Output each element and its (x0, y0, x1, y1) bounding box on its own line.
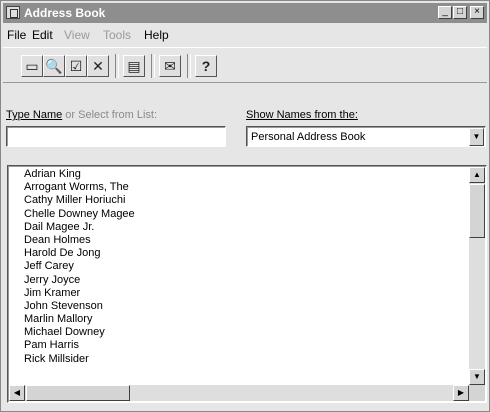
new-entry-button[interactable]: ▭ (21, 55, 43, 77)
add-to-address-book-icon: ✉ (164, 58, 176, 74)
maximize-button[interactable]: □ (453, 6, 467, 19)
personal-address-book-button[interactable]: ▤ (123, 55, 145, 77)
menu-tools[interactable]: Tools (103, 28, 131, 42)
type-name-input[interactable] (6, 126, 226, 147)
source-select-value: Personal Address Book (251, 131, 366, 143)
type-name-label: Type Name or Select from List: (6, 109, 158, 121)
personal-address-book-icon: ▤ (127, 58, 141, 74)
help-button[interactable]: ? (195, 55, 217, 77)
scroll-left-button[interactable]: ◀ (9, 385, 25, 401)
menu-view[interactable]: View (64, 28, 90, 42)
new-entry-icon: ▭ (25, 58, 39, 74)
vertical-scroll-thumb[interactable] (469, 184, 485, 238)
scroll-up-button[interactable]: ▲ (469, 167, 485, 183)
list-item[interactable]: Dail Magee Jr. (24, 221, 135, 234)
menu-help[interactable]: Help (144, 28, 169, 42)
list-item[interactable]: Pam Harris (24, 339, 135, 352)
minimize-button[interactable]: _ (438, 6, 452, 19)
toolbar-separator (187, 54, 191, 78)
list-item[interactable]: Marlin Mallory (24, 313, 135, 326)
chevron-down-icon[interactable]: ▼ (469, 128, 484, 146)
scroll-right-button[interactable]: ▶ (453, 385, 469, 401)
list-item[interactable]: Arrogant Worms, The (24, 181, 135, 194)
find-icon: 🔍 (45, 58, 63, 74)
show-names-label: Show Names from the: (246, 109, 358, 121)
address-book-source-select[interactable]: Personal Address Book ▼ (246, 126, 486, 147)
horizontal-scroll-thumb[interactable] (26, 385, 130, 401)
help-icon: ? (201, 58, 211, 74)
properties-icon: ☑ (69, 58, 83, 74)
address-book-window: Address Book _ □ × File Edit View Tools … (0, 0, 490, 412)
list-item[interactable]: Michael Downey (24, 326, 135, 339)
menu-file[interactable]: File (7, 28, 26, 42)
list-item[interactable]: Chelle Downey Magee (24, 208, 135, 221)
list-item[interactable]: John Stevenson (24, 300, 135, 313)
delete-button[interactable]: ✕ (87, 55, 109, 77)
window-title: Address Book (24, 6, 106, 20)
list-item[interactable]: Rick Millsider (24, 353, 135, 366)
size-grip (469, 385, 485, 401)
horizontal-scrollbar[interactable]: ◀ ▶ (9, 385, 469, 401)
menu-bar: File Edit View Tools Help (3, 24, 487, 44)
list-item[interactable]: Dean Holmes (24, 234, 135, 247)
vertical-scrollbar[interactable]: ▲ ▼ (469, 167, 485, 385)
list-item[interactable]: Jerry Joyce (24, 274, 135, 287)
scroll-down-button[interactable]: ▼ (469, 369, 485, 385)
find-button[interactable]: 🔍 (43, 55, 65, 77)
list-item[interactable]: Jeff Carey (24, 260, 135, 273)
list-item[interactable]: Cathy Miller Horiuchi (24, 194, 135, 207)
properties-button[interactable]: ☑ (65, 55, 87, 77)
toolbar: ▭ 🔍 ☑ ✕ ▤ ✉ ? (3, 47, 487, 83)
delete-icon: ✕ (92, 58, 104, 74)
names-list-items: Adrian King Arrogant Worms, The Cathy Mill… (24, 168, 135, 366)
close-button[interactable]: × (470, 6, 484, 19)
menu-edit[interactable]: Edit (32, 28, 53, 42)
list-item[interactable]: Harold De Jong (24, 247, 135, 260)
list-item[interactable]: Jim Kramer (24, 287, 135, 300)
names-list[interactable]: Adrian King Arrogant Worms, The Cathy Mill… (7, 165, 487, 403)
address-book-app-icon[interactable] (6, 6, 20, 19)
title-bar[interactable]: Address Book _ □ × (3, 3, 487, 23)
list-item[interactable]: Adrian King (24, 168, 135, 181)
toolbar-separator (115, 54, 119, 78)
toolbar-separator (151, 54, 155, 78)
add-to-address-book-button[interactable]: ✉ (159, 55, 181, 77)
